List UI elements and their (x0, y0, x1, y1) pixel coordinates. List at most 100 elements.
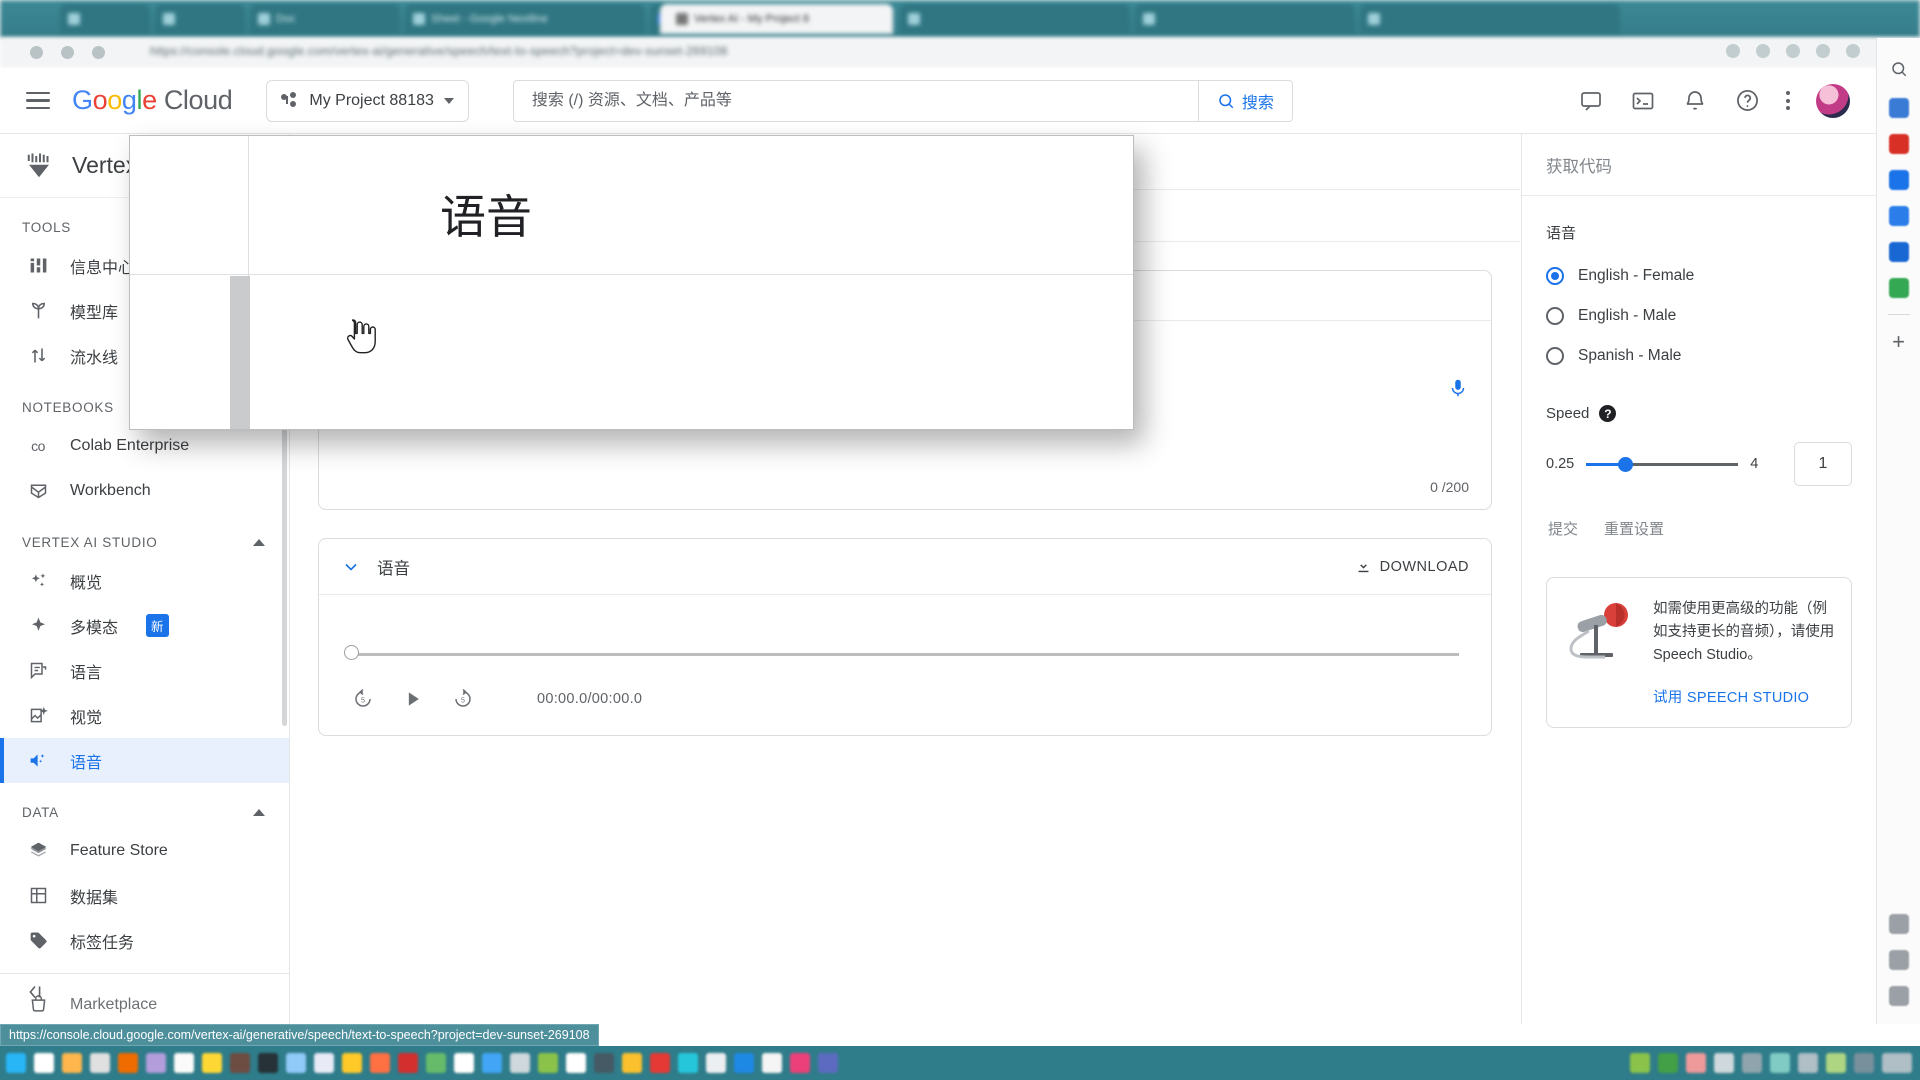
rail-search-icon[interactable] (1886, 56, 1912, 82)
chevron-up-icon[interactable] (253, 809, 265, 816)
taskbar-icon[interactable] (146, 1053, 166, 1073)
taskbar-icon[interactable] (398, 1053, 418, 1073)
help-icon[interactable]: ? (1599, 405, 1617, 422)
seek-handle[interactable] (344, 645, 359, 660)
voice-option-spanish-male[interactable]: Spanish - Male (1546, 341, 1852, 371)
help-icon[interactable] (1734, 88, 1760, 114)
taskbar-icon[interactable] (538, 1053, 558, 1073)
settings-icon[interactable] (1888, 950, 1909, 970)
rail-icon-6[interactable] (1888, 278, 1909, 298)
search-button[interactable]: 搜索 (1197, 80, 1292, 121)
taskbar-icon[interactable] (286, 1053, 306, 1073)
tray-icon[interactable] (1770, 1053, 1790, 1073)
radio-icon[interactable] (1546, 307, 1564, 325)
collapse-sidebar-button[interactable] (24, 981, 46, 1008)
taskbar-icon[interactable] (342, 1053, 362, 1073)
taskbar-icon[interactable] (482, 1053, 502, 1073)
taskbar-icon[interactable] (678, 1053, 698, 1073)
taskbar-icon[interactable] (6, 1053, 26, 1073)
taskbar-icon[interactable] (454, 1053, 474, 1073)
voice-option-english-male[interactable]: English - Male (1546, 301, 1852, 331)
taskbar-icon[interactable] (258, 1053, 278, 1073)
rail-icon-1[interactable] (1888, 98, 1909, 118)
feedback-icon[interactable] (1578, 88, 1604, 114)
taskbar-icon[interactable] (174, 1053, 194, 1073)
sidebar-section-data[interactable]: DATA (0, 783, 289, 828)
chevron-up-icon[interactable] (253, 539, 265, 546)
sidebar-item-workbench[interactable]: Workbench (0, 468, 289, 513)
taskbar-icon[interactable] (790, 1053, 810, 1073)
submit-button[interactable]: 提交 (1548, 518, 1578, 539)
seek-bar[interactable] (351, 653, 1459, 656)
search-input[interactable] (513, 80, 1198, 121)
taskbar-icon[interactable] (62, 1053, 82, 1073)
reset-settings-button[interactable]: 重置设置 (1604, 518, 1664, 539)
taskbar-icon[interactable] (622, 1053, 642, 1073)
taskbar-icon[interactable] (650, 1053, 670, 1073)
tray-icon[interactable] (1714, 1053, 1734, 1073)
tray-icon[interactable] (1798, 1053, 1818, 1073)
try-speech-studio-link[interactable]: 试用 SPEECH STUDIO (1653, 686, 1835, 707)
speed-slider[interactable] (1586, 456, 1739, 472)
search-bar[interactable]: 搜索 (512, 79, 1293, 122)
rail-icon-3[interactable] (1888, 170, 1909, 190)
tray-icon[interactable] (1658, 1053, 1678, 1073)
radio-icon[interactable] (1546, 267, 1564, 285)
tray-icon[interactable] (1686, 1053, 1706, 1073)
speed-value-input[interactable]: 1 (1794, 442, 1852, 486)
taskbar-icon[interactable] (566, 1053, 586, 1073)
taskbar-icon[interactable] (762, 1053, 782, 1073)
sidebar-item-datasets[interactable]: 数据集 (0, 873, 289, 918)
tray-icon[interactable] (1854, 1053, 1874, 1073)
notifications-icon[interactable] (1682, 88, 1708, 114)
replay-5-button[interactable]: 5 (351, 687, 375, 711)
cloud-shell-icon[interactable] (1630, 88, 1656, 114)
tray-icon[interactable] (1630, 1053, 1650, 1073)
rail-icon-5[interactable] (1888, 242, 1909, 262)
google-cloud-logo[interactable]: Google Cloud (72, 85, 233, 116)
browser-toolbar-icons[interactable] (1726, 44, 1890, 58)
taskbar-icon[interactable] (706, 1053, 726, 1073)
avatar[interactable] (1816, 83, 1850, 118)
browser-nav-buttons[interactable] (30, 46, 105, 59)
sidebar-item-speech[interactable]: 语音 (0, 738, 289, 783)
project-selector[interactable]: My Project 88183 (266, 79, 469, 122)
taskbar-icon[interactable] (594, 1053, 614, 1073)
taskbar-icon[interactable] (370, 1053, 390, 1073)
taskbar-icon[interactable] (34, 1053, 54, 1073)
radio-icon[interactable] (1546, 347, 1564, 365)
voice-option-english-female[interactable]: English - Female (1546, 261, 1852, 291)
speed-slider-handle[interactable] (1618, 456, 1634, 472)
taskbar-icon[interactable] (230, 1053, 250, 1073)
microphone-icon[interactable] (1447, 377, 1469, 404)
add-icon[interactable]: + (1892, 331, 1905, 353)
magnifier-sidebar-scrollbar[interactable] (230, 276, 250, 429)
taskbar-icon[interactable] (314, 1053, 334, 1073)
play-button[interactable] (403, 689, 423, 709)
taskbar-icon[interactable] (202, 1053, 222, 1073)
tray-icon[interactable] (1826, 1053, 1846, 1073)
taskbar-icon[interactable] (818, 1053, 838, 1073)
taskbar-icon[interactable] (734, 1053, 754, 1073)
sidebar-item-labeling-tasks[interactable]: 标签任务 (0, 918, 289, 963)
rail-icon-2[interactable] (1888, 134, 1909, 154)
sidebar-item-multimodal[interactable]: 多模态 新 (0, 603, 289, 648)
more-options-icon[interactable] (1786, 91, 1790, 110)
get-code-button[interactable]: 获取代码 (1522, 134, 1876, 196)
rail-bottom-icon-1[interactable] (1888, 914, 1909, 934)
sidebar-item-feature-store[interactable]: Feature Store (0, 828, 289, 873)
taskbar-icon[interactable] (510, 1053, 530, 1073)
rail-bottom-icon-3[interactable] (1888, 986, 1909, 1006)
taskbar-icon[interactable] (118, 1053, 138, 1073)
clock-icon[interactable] (1882, 1053, 1912, 1073)
forward-5-button[interactable]: 5 (451, 687, 475, 711)
sidebar-item-language[interactable]: 语言 (0, 648, 289, 693)
taskbar-icon[interactable] (90, 1053, 110, 1073)
sidebar-section-vertex-ai-studio[interactable]: VERTEX AI STUDIO (0, 513, 289, 558)
sidebar-item-overview[interactable]: 概览 (0, 558, 289, 603)
menu-icon[interactable] (26, 91, 50, 110)
tray-icon[interactable] (1742, 1053, 1762, 1073)
download-button[interactable]: DOWNLOAD (1355, 558, 1469, 575)
taskbar-icon[interactable] (426, 1053, 446, 1073)
rail-icon-4[interactable] (1888, 206, 1909, 226)
